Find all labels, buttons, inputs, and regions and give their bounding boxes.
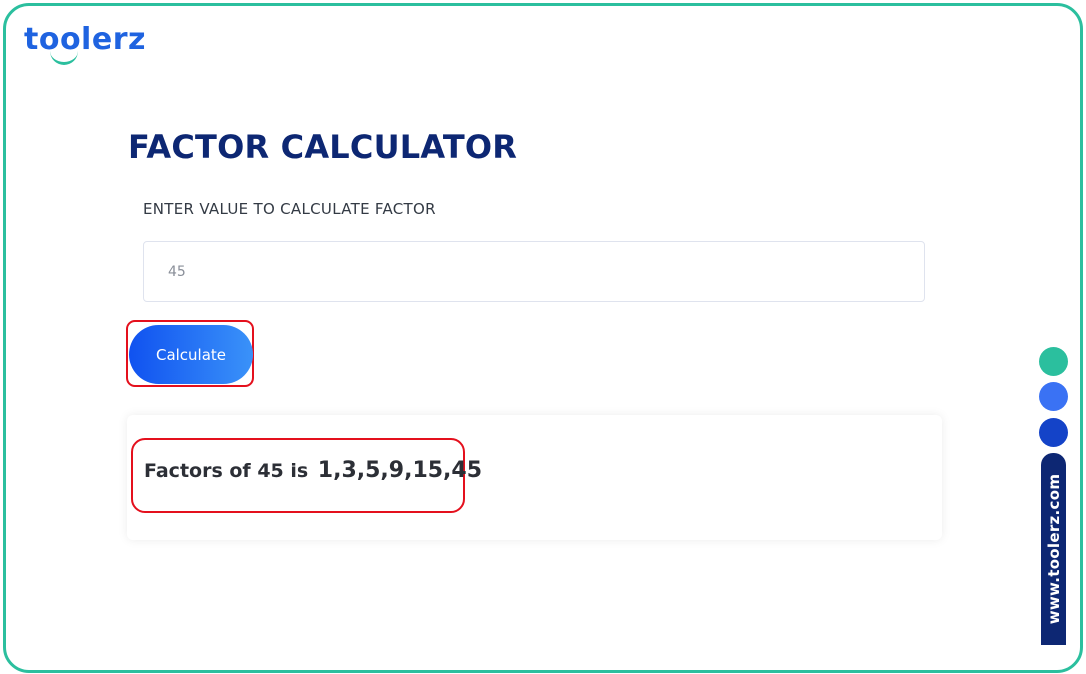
result-prefix: Factors of 45 is: [144, 460, 309, 482]
value-input[interactable]: [144, 242, 924, 301]
side-url-banner: www.toolerz.com: [1041, 453, 1066, 645]
calculate-button[interactable]: Calculate: [129, 325, 253, 384]
result-values: 1,3,5,9,15,45: [317, 458, 483, 483]
side-url-text: www.toolerz.com: [1044, 473, 1063, 625]
result-text: Factors of 45 is 1,3,5,9,15,45: [144, 458, 482, 483]
value-input-container: [143, 241, 925, 302]
page-title: FACTOR CALCULATOR: [128, 128, 518, 166]
input-label: ENTER VALUE TO CALCULATE FACTOR: [143, 200, 436, 218]
blue-dot-icon: [1039, 382, 1068, 411]
teal-dot-icon: [1039, 347, 1068, 376]
navy-dot-icon: [1039, 418, 1068, 447]
logo-text: toolerz: [24, 22, 146, 57]
toolerz-logo[interactable]: toolerz: [24, 22, 146, 57]
